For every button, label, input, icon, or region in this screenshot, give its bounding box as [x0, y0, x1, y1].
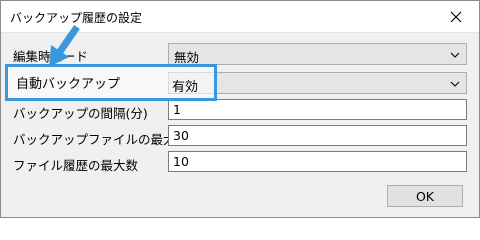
max-file-history-label: ファイル履歴の最大数 — [13, 158, 139, 173]
ok-button[interactable]: OK — [387, 185, 463, 207]
arrow-annotation — [49, 25, 80, 67]
dialog: バックアップ履歴の設定 編集時モード 無効 バックアップの間隔(分) 1 バック… — [0, 0, 480, 218]
max-backup-files-input[interactable]: 30 — [168, 125, 467, 146]
chevron-down-icon — [450, 52, 460, 58]
close-icon — [450, 11, 462, 22]
backup-interval-label: バックアップの間隔(分) — [13, 106, 148, 121]
max-backup-files-label: バックアップファイルの最大数 — [13, 132, 189, 147]
edit-mode-select[interactable]: 無効 — [168, 43, 467, 65]
backup-interval-value: 1 — [173, 102, 181, 117]
max-backup-files-value: 30 — [173, 128, 189, 143]
max-file-history-value: 10 — [173, 154, 189, 169]
max-file-history-input[interactable]: 10 — [168, 151, 467, 172]
auto-backup-value: 有効 — [172, 80, 199, 95]
backup-interval-input[interactable]: 1 — [168, 99, 467, 120]
chevron-down-icon — [450, 81, 460, 87]
close-button[interactable] — [433, 1, 479, 32]
auto-backup-label: 自動バックアップ — [16, 77, 121, 92]
